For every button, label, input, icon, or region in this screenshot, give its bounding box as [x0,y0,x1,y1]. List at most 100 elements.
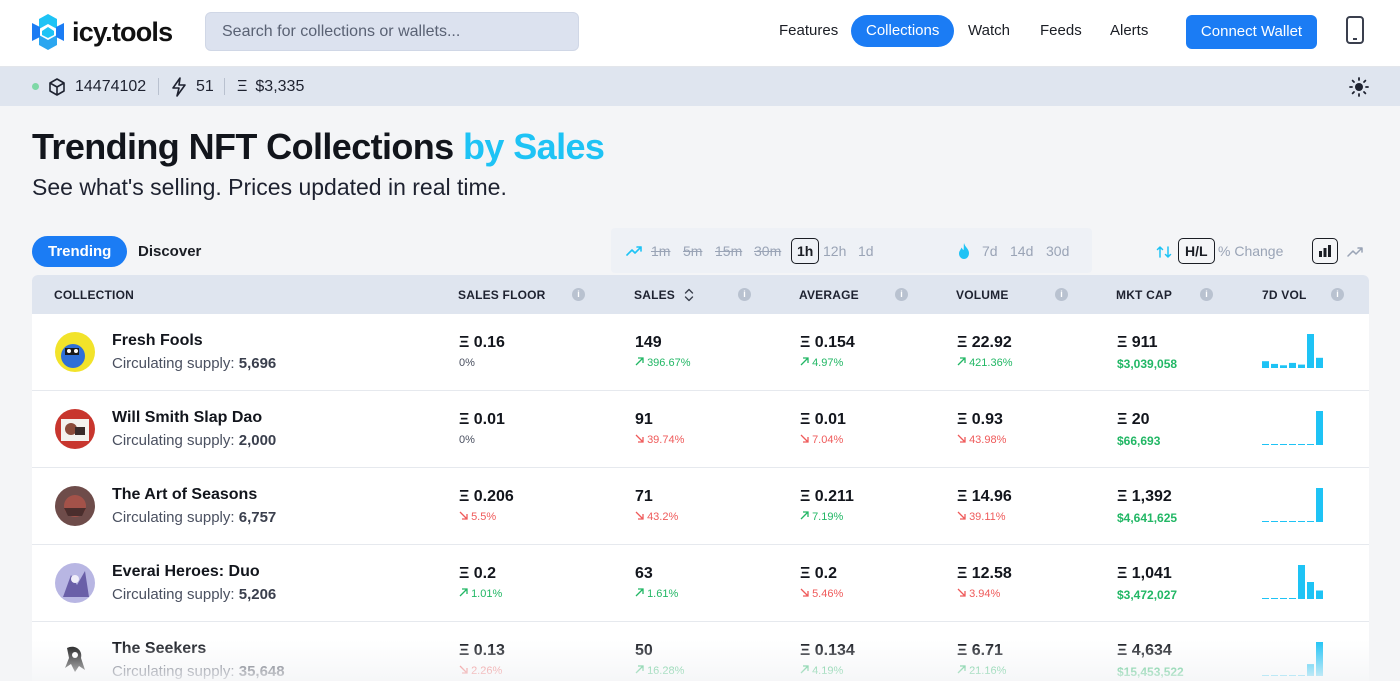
change-value: 421.36% [969,357,1013,369]
circulating-supply: Circulating supply: 6,757 [112,509,276,526]
sales-floor-value: Ξ 0.206 [459,488,514,505]
sales-change: 39.74% [635,434,684,446]
change-value: 21.16% [969,665,1007,677]
volume-change: 21.16% [957,665,1006,677]
top-navbar: icy.tools Features Collections Watch Fee… [0,0,1400,67]
col-7d-vol[interactable]: 7D VOL [1262,288,1307,302]
volume-bar [1262,521,1269,522]
collection-name[interactable]: Everai Heroes: Duo [112,563,260,581]
arrow-down-icon [800,588,809,597]
info-icon[interactable]: i [1331,288,1344,301]
nav-alerts[interactable]: Alerts [1095,15,1163,47]
volume-bar [1298,521,1305,522]
search-input[interactable] [205,12,579,51]
info-icon[interactable]: i [572,288,585,301]
col-volume[interactable]: VOLUME [956,288,1009,302]
average-value: Ξ 0.134 [800,642,855,659]
volume-value: Ξ 22.92 [957,334,1012,351]
col-sales[interactable]: SALES [634,288,675,302]
info-icon[interactable]: i [1200,288,1213,301]
high-low-toggle[interactable]: H/L [1178,238,1215,264]
circulating-supply: Circulating supply: 35,648 [112,663,285,680]
collection-avatar[interactable] [55,332,95,372]
info-icon[interactable]: i [1055,288,1068,301]
volume-bar [1289,675,1296,676]
nav-feeds[interactable]: Feeds [1025,15,1097,47]
bar-chart-toggle[interactable] [1312,238,1338,264]
range-14d[interactable]: 14d [1010,243,1033,259]
range-30d[interactable]: 30d [1046,243,1069,259]
cube-icon [49,77,65,96]
connect-wallet-button[interactable]: Connect Wallet [1186,15,1317,49]
supply-label: Circulating supply: [112,355,235,372]
volume-bar [1289,444,1296,445]
table-row[interactable]: The Art of Seasons Circulating supply: 6,… [32,468,1369,545]
nav-watch[interactable]: Watch [953,15,1025,47]
col-average[interactable]: AVERAGE [799,288,859,302]
collection-avatar[interactable] [55,486,95,526]
change-value: 4.97% [812,357,844,369]
timeframe-12h[interactable]: 12h [823,243,846,259]
col-mkt-cap[interactable]: MKT CAP [1116,288,1172,302]
change-value: 1.01% [471,588,503,600]
mkt-cap-usd: $15,453,522 [1117,665,1184,679]
tab-trending[interactable]: Trending [32,236,128,267]
theme-toggle-sun-icon[interactable] [1349,77,1369,97]
collection-avatar[interactable] [55,563,95,603]
change-value: 1.61% [647,588,679,600]
collection-name[interactable]: The Art of Seasons [112,486,257,504]
table-row[interactable]: Fresh Fools Circulating supply: 5,696 Ξ 0.… [32,314,1369,391]
average-value: Ξ 0.154 [800,334,855,351]
eth-symbol: Ξ [237,77,248,95]
volume-value: Ξ 6.71 [957,642,1003,659]
table-row[interactable]: The Seekers Circulating supply: 35,648 Ξ 0… [32,622,1369,681]
gas-price: 51 [170,67,214,106]
circulating-supply: Circulating supply: 2,000 [112,432,276,449]
nav-features[interactable]: Features [764,15,853,47]
collection-avatar[interactable] [55,409,95,449]
sales-floor-change: 5.5% [459,511,496,523]
volume-bar [1298,444,1305,445]
sort-arrows-icon[interactable] [1156,244,1172,260]
average-value: Ξ 0.2 [800,565,837,582]
timeframe-1h[interactable]: 1h [791,238,820,264]
table-row[interactable]: Everai Heroes: Duo Circulating supply: 5,… [32,545,1369,622]
collection-name[interactable]: Will Smith Slap Dao [112,409,262,427]
timeframe-1m[interactable]: 1m [651,243,670,259]
circulating-supply: Circulating supply: 5,696 [112,355,276,372]
volume-bar [1289,362,1296,368]
volume-bar [1289,598,1296,599]
arrow-up-icon [800,357,809,366]
timeframe-1d[interactable]: 1d [858,243,874,259]
arrow-down-icon [459,511,468,520]
sort-icon[interactable] [683,287,695,303]
timeframe-5m[interactable]: 5m [683,243,702,259]
info-icon[interactable]: i [895,288,908,301]
volume-change: 421.36% [957,357,1013,369]
arrow-down-icon [957,434,966,443]
volume-bar [1271,363,1278,368]
collection-avatar[interactable] [55,640,95,680]
timeframe-15m[interactable]: 15m [715,243,742,259]
table-row[interactable]: Will Smith Slap Dao Circulating supply: 2… [32,391,1369,468]
volume-bar [1262,675,1269,676]
percent-change-toggle[interactable]: % Change [1218,243,1283,259]
range-7d[interactable]: 7d [982,243,998,259]
logo[interactable]: icy.tools [30,13,173,51]
supply-value: 35,648 [238,663,285,680]
supply-label: Circulating supply: [112,586,235,603]
change-value: 2.26% [471,665,503,677]
arrow-down-icon [635,511,644,520]
timeframe-30m[interactable]: 30m [754,243,781,259]
info-icon[interactable]: i [738,288,751,301]
mobile-icon[interactable] [1343,15,1367,47]
col-sales-floor[interactable]: SALES FLOOR [458,288,546,302]
collection-name[interactable]: Fresh Fools [112,332,203,350]
line-chart-icon[interactable] [1347,244,1363,260]
tab-discover[interactable]: Discover [122,236,217,267]
collection-name[interactable]: The Seekers [112,640,206,658]
col-collection[interactable]: COLLECTION [54,288,134,302]
average-value: Ξ 0.01 [800,411,846,428]
nav-collections[interactable]: Collections [851,15,955,47]
sales-change: 43.2% [635,511,678,523]
